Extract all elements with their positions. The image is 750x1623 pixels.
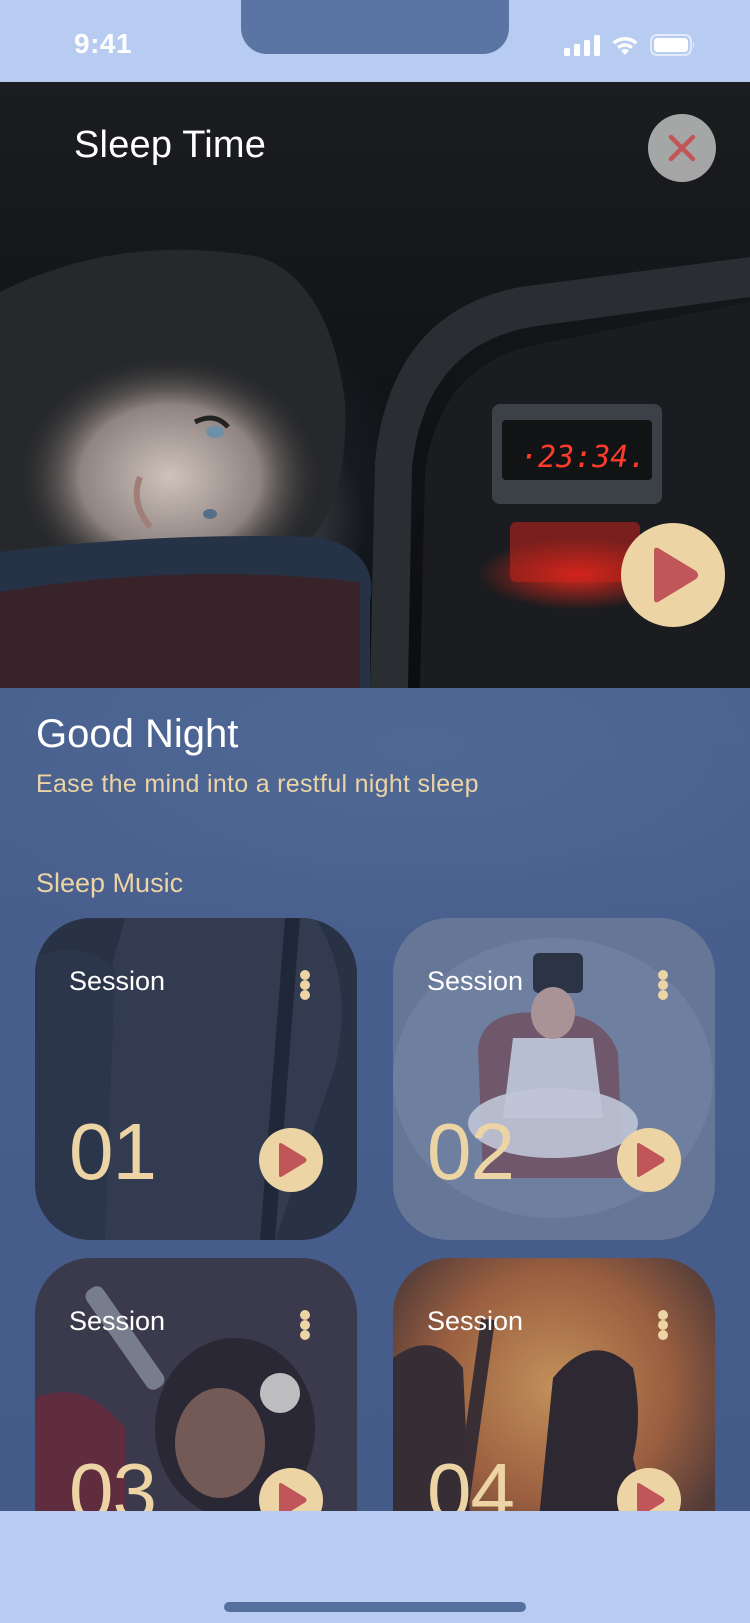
sleep-music-heading: Sleep Music [36,868,184,898]
wifi-icon [610,34,640,56]
section-subtitle: Ease the mind into a restful night sleep [36,770,479,798]
session-number: 04 [427,1447,515,1512]
cellular-signal-icon [564,34,600,56]
play-icon [654,547,698,603]
hero-banner: ·23:34. Sleep Time [0,82,750,688]
session-card-02[interactable]: Session 02 [393,918,715,1240]
home-indicator[interactable] [224,1602,526,1612]
session-card-03[interactable]: Session 03 [35,1258,357,1511]
section-title: Good Night [36,712,239,756]
battery-icon [650,34,696,56]
session-label: Session [427,966,524,996]
device-notch [241,0,509,54]
play-icon [279,1483,307,1511]
play-icon [637,1143,665,1177]
more-vertical-icon[interactable] [657,970,669,1000]
status-time: 9:41 [74,28,133,59]
status-bar: 9:41 [0,0,750,82]
session-play-button[interactable] [259,1128,323,1192]
hero-play-button[interactable] [621,523,725,627]
more-vertical-icon[interactable] [299,970,311,1000]
close-button[interactable] [648,114,716,182]
play-icon [637,1483,665,1511]
session-label: Session [69,966,166,996]
session-number: 01 [69,1107,157,1196]
session-label: Session [69,1306,166,1336]
svg-text:·23:34.: ·23:34. [520,440,646,475]
session-label: Session [427,1306,524,1336]
content-area: Good Night Ease the mind into a restful … [0,688,750,1511]
play-icon [279,1143,307,1177]
hero-title: Sleep Time [74,124,267,166]
session-card-04[interactable]: Session 04 [393,1258,715,1511]
bottom-bar [0,1511,750,1623]
session-play-button[interactable] [617,1128,681,1192]
status-icons [564,32,696,56]
more-vertical-icon[interactable] [657,1310,669,1340]
close-icon [668,134,696,162]
session-card-01[interactable]: Session 01 [35,918,357,1240]
session-number: 03 [69,1447,157,1512]
more-vertical-icon[interactable] [299,1310,311,1340]
session-number: 02 [427,1107,515,1196]
